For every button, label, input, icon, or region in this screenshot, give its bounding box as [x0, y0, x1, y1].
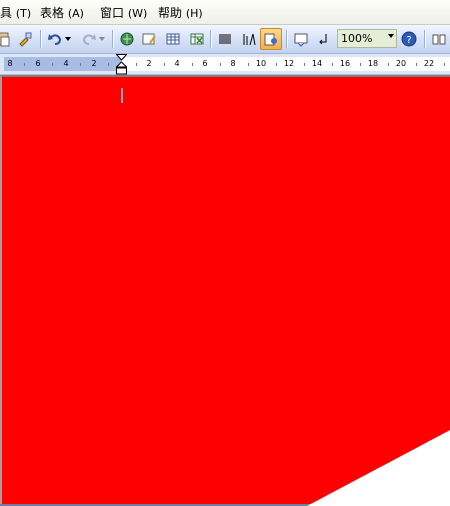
menu-table-label: 表格	[40, 6, 65, 20]
toolbar-separator	[210, 30, 212, 48]
ruler-tick	[416, 63, 417, 66]
menu-window[interactable]: 窗口 (W)	[100, 5, 147, 21]
ruler-label: 16	[339, 59, 351, 68]
format-painter-icon[interactable]	[14, 28, 36, 50]
menu-help-accel: (H)	[185, 7, 203, 20]
ruler-tick	[192, 63, 193, 66]
menu-table-accel: (A)	[67, 7, 84, 20]
indent-marker-icon[interactable]	[116, 54, 127, 75]
ruler-tick	[220, 63, 221, 66]
ruler-label: 8	[7, 59, 13, 68]
horizontal-ruler[interactable]: 8 6 4 2 2 4 6 8 10 12 14 16 18 20 22	[0, 54, 450, 75]
menu-help[interactable]: 帮助 (H)	[158, 5, 203, 21]
ruler-tick	[276, 63, 277, 66]
menu-help-label: 帮助	[158, 6, 183, 20]
zoom-dropdown-icon[interactable]	[388, 34, 394, 38]
ruler-tick	[360, 63, 361, 66]
toolbar-separator	[40, 30, 42, 48]
ruler-tick	[332, 63, 333, 66]
ruler-tick	[52, 63, 53, 66]
menu-table[interactable]: 表格 (A)	[40, 5, 84, 21]
toolbar-separator	[112, 30, 114, 48]
hyperlink-icon[interactable]	[116, 28, 138, 50]
drawing-icon[interactable]	[238, 28, 260, 50]
document-map-icon[interactable]	[260, 28, 282, 50]
toolbar-separator	[424, 30, 426, 48]
ruler-tick	[164, 63, 165, 66]
ruler-label: 4	[63, 59, 69, 68]
ruler-tick	[444, 63, 445, 66]
ruler-tick	[24, 63, 25, 66]
redo-dropdown-icon[interactable]	[96, 28, 108, 50]
read-icon[interactable]	[290, 28, 312, 50]
ruler-tick	[304, 63, 305, 66]
standard-toolbar: 100% ?	[0, 25, 450, 54]
paste-icon[interactable]	[0, 28, 14, 50]
zoom-value: 100%	[341, 32, 373, 45]
menu-tools-label: 具	[0, 6, 13, 20]
ruler-label: 14	[311, 59, 323, 68]
menu-tools[interactable]: 具 (T)	[0, 5, 31, 21]
insert-table-icon[interactable]	[162, 28, 184, 50]
ruler-label: 18	[367, 59, 379, 68]
ruler-tick	[388, 63, 389, 66]
ruler-label: 6	[35, 59, 41, 68]
toolbar-separator	[286, 30, 288, 48]
reading-layout-icon[interactable]	[428, 28, 450, 50]
insert-excel-icon[interactable]	[186, 28, 208, 50]
menu-bar: 具 (T) 表格 (A) 窗口 (W) 帮助 (H)	[0, 0, 450, 25]
ruler-tick	[248, 63, 249, 66]
white-corner-shape	[307, 430, 450, 506]
ruler-label: 2	[91, 59, 97, 68]
columns-icon[interactable]	[214, 28, 236, 50]
ruler-tick	[80, 63, 81, 66]
undo-dropdown-icon[interactable]	[62, 28, 74, 50]
svg-text:?: ?	[406, 35, 411, 46]
menu-window-accel: (W)	[127, 7, 148, 20]
text-cursor	[121, 88, 123, 103]
menu-window-label: 窗口	[100, 6, 125, 20]
ruler-tick	[108, 63, 109, 66]
ruler-label: 8	[230, 59, 236, 68]
show-hide-formatting-icon[interactable]	[312, 28, 334, 50]
ruler-label: 20	[395, 59, 407, 68]
ruler-label: 4	[174, 59, 180, 68]
ruler-label: 22	[423, 59, 435, 68]
zoom-select[interactable]: 100%	[337, 29, 397, 48]
ruler-tick	[136, 63, 137, 66]
menu-tools-accel: (T)	[15, 7, 32, 20]
document-page[interactable]	[0, 75, 450, 506]
ruler-label: 6	[202, 59, 208, 68]
ruler-label: 10	[255, 59, 267, 68]
ruler-label: 12	[283, 59, 295, 68]
ruler-label: 2	[146, 59, 152, 68]
tables-borders-icon[interactable]	[138, 28, 160, 50]
help-icon[interactable]: ?	[398, 28, 420, 50]
